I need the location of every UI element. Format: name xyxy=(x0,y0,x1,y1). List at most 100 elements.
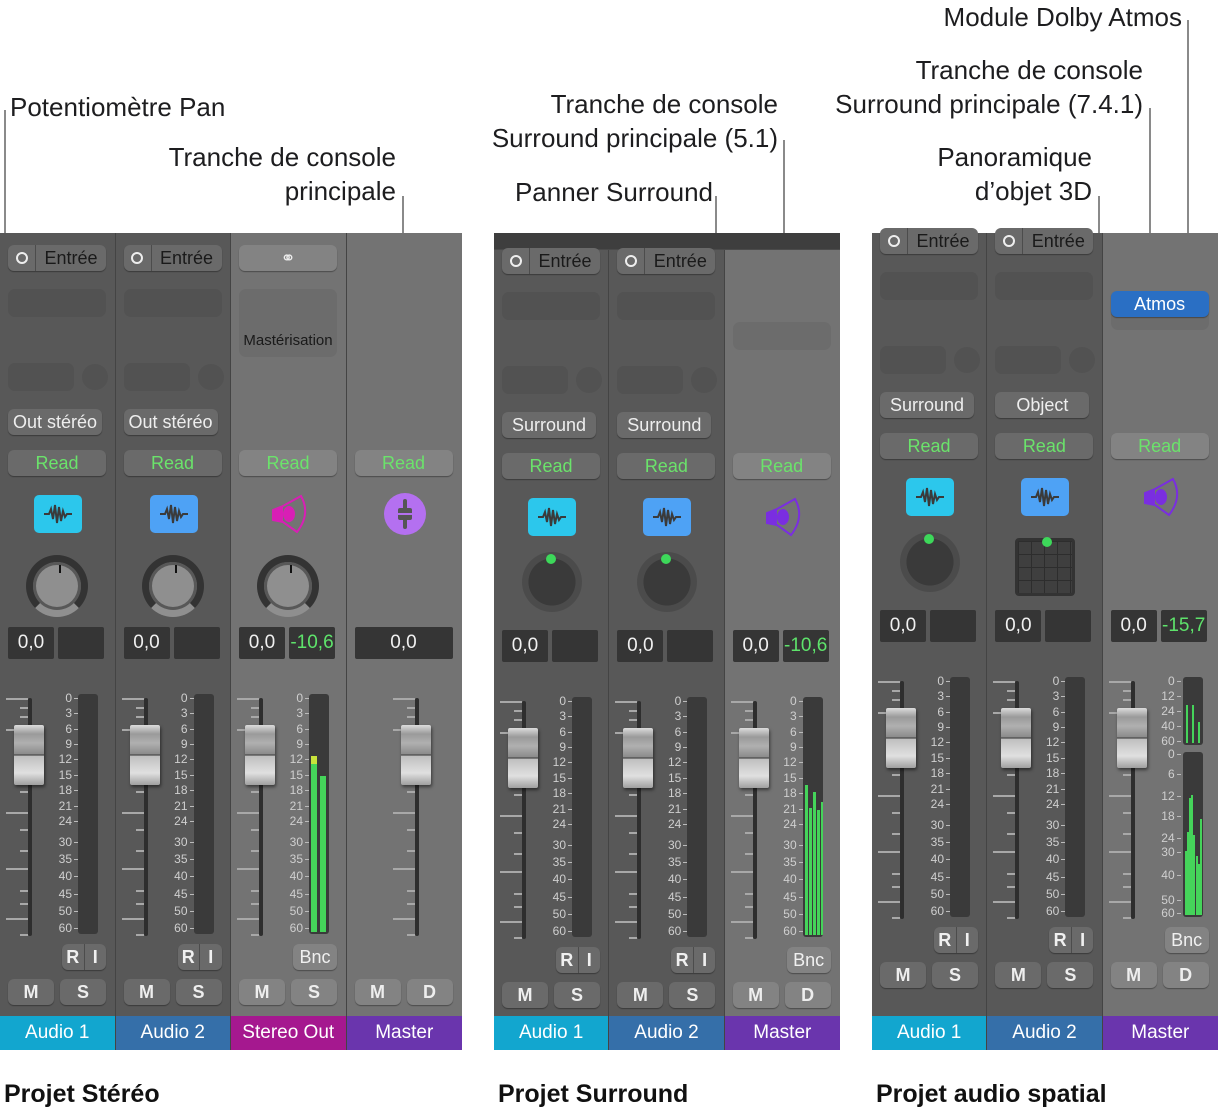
record-input-monitor-buttons[interactable]: RI xyxy=(177,944,222,970)
track-name[interactable]: Master xyxy=(346,1016,462,1050)
automation-mode-button[interactable]: Read xyxy=(880,433,978,459)
peak-readout[interactable] xyxy=(173,627,220,659)
record-enable-icon[interactable] xyxy=(124,245,152,271)
input-button[interactable]: Entrée xyxy=(123,245,222,271)
output-button[interactable]: Object xyxy=(995,392,1090,418)
track-name[interactable]: Audio 2 xyxy=(987,1016,1102,1050)
send-level-knob[interactable] xyxy=(197,364,224,390)
send-level-knob[interactable] xyxy=(576,367,602,393)
record-button-label[interactable]: R xyxy=(934,927,957,953)
solo-button[interactable]: D xyxy=(406,979,453,1005)
solo-button[interactable]: S xyxy=(60,979,106,1005)
record-button-label[interactable]: R xyxy=(1049,927,1072,953)
record-enable-icon[interactable] xyxy=(502,248,530,274)
record-enable-icon[interactable] xyxy=(995,228,1024,254)
peak-readout[interactable] xyxy=(667,630,714,662)
mute-button[interactable]: M xyxy=(502,982,548,1008)
send-slot[interactable] xyxy=(995,346,1062,374)
volume-readout[interactable]: 0,0 xyxy=(880,610,926,642)
mute-button[interactable]: M xyxy=(617,982,664,1008)
record-input-monitor-buttons[interactable]: RI xyxy=(1049,927,1094,953)
output-button[interactable]: Out stéréo xyxy=(123,409,218,435)
volume-readout[interactable]: 0,0 xyxy=(8,627,54,659)
solo-button[interactable]: S xyxy=(175,979,222,1005)
track-name[interactable]: Audio 1 xyxy=(872,1016,987,1050)
bounce-button[interactable]: Bnc xyxy=(1164,927,1209,953)
audio-fx-slot[interactable] xyxy=(995,272,1094,300)
automation-mode-button[interactable]: Read xyxy=(995,433,1094,459)
automation-mode-button[interactable]: Read xyxy=(123,450,222,476)
solo-button[interactable]: S xyxy=(669,982,716,1008)
track-name[interactable]: Master xyxy=(724,1016,840,1050)
input-button[interactable]: Entrée xyxy=(617,248,716,274)
mute-button[interactable]: M xyxy=(995,962,1042,988)
record-button-label[interactable]: R xyxy=(556,947,579,973)
mute-button[interactable]: M xyxy=(732,982,779,1008)
pan-knob[interactable] xyxy=(257,555,319,617)
record-input-monitor-buttons[interactable]: RI xyxy=(556,947,600,973)
record-button-label[interactable]: R xyxy=(178,944,200,970)
peak-readout[interactable] xyxy=(58,627,104,659)
input-monitor-button-label[interactable]: I xyxy=(85,944,107,970)
send-level-knob[interactable] xyxy=(691,367,718,393)
automation-mode-button[interactable]: Read xyxy=(354,450,453,476)
send-slot[interactable] xyxy=(617,366,684,394)
output-button[interactable]: Surround xyxy=(502,412,596,438)
track-name[interactable]: Master xyxy=(1102,1016,1218,1050)
bounce-button[interactable]: Bnc xyxy=(293,944,337,970)
audio-fx-slot[interactable] xyxy=(617,292,716,320)
pan-knob[interactable] xyxy=(141,555,204,617)
dolby-atmos-plugin-button[interactable]: Atmos xyxy=(1110,291,1209,317)
track-name[interactable]: Audio 1 xyxy=(0,1016,115,1050)
automation-mode-button[interactable]: Read xyxy=(1110,433,1209,459)
peak-readout[interactable] xyxy=(930,610,976,642)
mute-button[interactable]: M xyxy=(880,962,926,988)
record-input-monitor-buttons[interactable]: RI xyxy=(671,947,716,973)
input-monitor-button-label[interactable]: I xyxy=(1072,927,1094,953)
mute-button[interactable]: M xyxy=(1110,962,1157,988)
send-slot[interactable] xyxy=(8,363,74,391)
output-button[interactable]: Surround xyxy=(880,392,974,418)
send-slot[interactable] xyxy=(502,366,568,394)
peak-readout[interactable]: -10,6 xyxy=(782,630,829,662)
input-monitor-button-label[interactable]: I xyxy=(957,927,979,953)
pan-knob[interactable] xyxy=(26,555,88,617)
output-button[interactable]: Surround xyxy=(617,412,712,438)
peak-readout[interactable] xyxy=(1045,610,1092,642)
audio-fx-slot[interactable] xyxy=(880,272,978,300)
track-name[interactable]: Stereo Out xyxy=(231,1016,346,1050)
send-level-knob[interactable] xyxy=(954,347,980,373)
volume-fader-handle[interactable] xyxy=(400,725,431,785)
audio-fx-slot[interactable] xyxy=(8,289,106,317)
output-button[interactable]: Out stéréo xyxy=(8,409,102,435)
volume-readout[interactable]: 0,0 xyxy=(732,630,779,662)
solo-button[interactable]: D xyxy=(1162,962,1209,988)
input-button[interactable]: Entrée xyxy=(8,245,106,271)
record-input-monitor-buttons[interactable]: RI xyxy=(62,944,106,970)
track-name[interactable]: Audio 1 xyxy=(494,1016,609,1050)
input-button[interactable]: Entrée xyxy=(502,248,600,274)
input-button[interactable]: Entrée xyxy=(880,228,978,254)
automation-mode-button[interactable]: Read xyxy=(8,450,106,476)
automation-mode-button[interactable]: Read xyxy=(502,453,600,479)
surround-panner[interactable] xyxy=(900,532,960,592)
automation-mode-button[interactable]: Read xyxy=(239,450,337,476)
volume-readout[interactable]: 0,0 xyxy=(1110,610,1157,642)
volume-readout[interactable]: 0,0 xyxy=(995,610,1042,642)
stereo-link-button[interactable]: ⚭ xyxy=(239,245,337,271)
send-slot[interactable] xyxy=(880,346,946,374)
peak-readout[interactable]: -15,7 xyxy=(1160,610,1207,642)
mute-button[interactable]: M xyxy=(354,979,401,1005)
solo-button[interactable]: S xyxy=(1047,962,1094,988)
track-name[interactable]: Audio 2 xyxy=(115,1016,230,1050)
solo-button[interactable]: D xyxy=(784,982,831,1008)
input-button[interactable]: Entrée xyxy=(995,228,1094,254)
plugin-slot[interactable] xyxy=(732,322,831,350)
send-level-knob[interactable] xyxy=(1069,347,1096,373)
send-slot[interactable] xyxy=(123,363,190,391)
bounce-button[interactable]: Bnc xyxy=(786,947,831,973)
automation-mode-button[interactable]: Read xyxy=(617,453,716,479)
track-name[interactable]: Audio 2 xyxy=(609,1016,724,1050)
solo-button[interactable]: S xyxy=(932,962,978,988)
surround-panner[interactable] xyxy=(637,552,698,612)
